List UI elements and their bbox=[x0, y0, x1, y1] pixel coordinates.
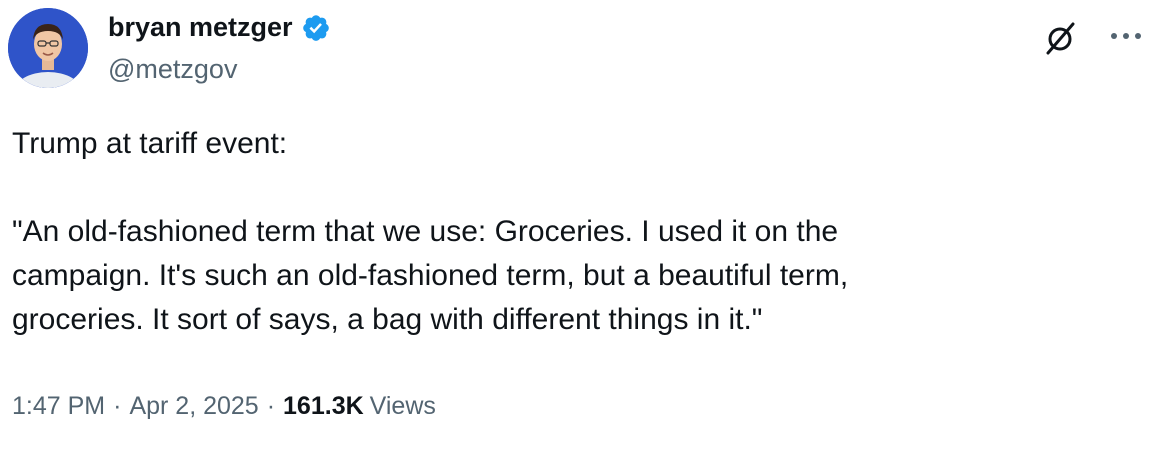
tweet-quote: "An old-fashioned term that we use: Groc… bbox=[12, 210, 1152, 342]
tweet-meta: 1:47 PM · Apr 2, 2025 · 161.3K Views bbox=[12, 392, 436, 421]
author-handle[interactable]: @metzgov bbox=[108, 54, 237, 85]
tweet-text-line: "An old-fashioned term that we use: Groc… bbox=[12, 215, 839, 248]
avatar-photo bbox=[8, 8, 88, 88]
author-display-name[interactable]: bryan metzger bbox=[108, 12, 293, 43]
tweet-card: bryan metzger @metzgov Trump at tariff e… bbox=[0, 0, 1170, 450]
grok-icon[interactable] bbox=[1040, 18, 1080, 58]
author-name-row[interactable]: bryan metzger bbox=[108, 12, 331, 43]
meta-separator: · bbox=[266, 392, 276, 420]
tweet-date[interactable]: Apr 2, 2025 bbox=[129, 392, 258, 421]
tweet-text-line: Trump at tariff event: bbox=[12, 127, 288, 160]
verified-badge-icon bbox=[302, 14, 329, 41]
tweet-text-line: campaign. It's such an old-fashioned ter… bbox=[12, 259, 849, 292]
more-options-icon[interactable] bbox=[1106, 22, 1146, 50]
tweet-text-line: groceries. It sort of says, a bag with d… bbox=[12, 303, 763, 336]
avatar[interactable] bbox=[8, 8, 88, 88]
tweet-time[interactable]: 1:47 PM bbox=[12, 392, 105, 421]
tweet-text: Trump at tariff event: "An old-fashioned… bbox=[12, 122, 1152, 342]
views-label[interactable]: Views bbox=[370, 392, 436, 421]
meta-separator: · bbox=[113, 392, 122, 420]
views-count[interactable]: 161.3K bbox=[283, 392, 364, 421]
